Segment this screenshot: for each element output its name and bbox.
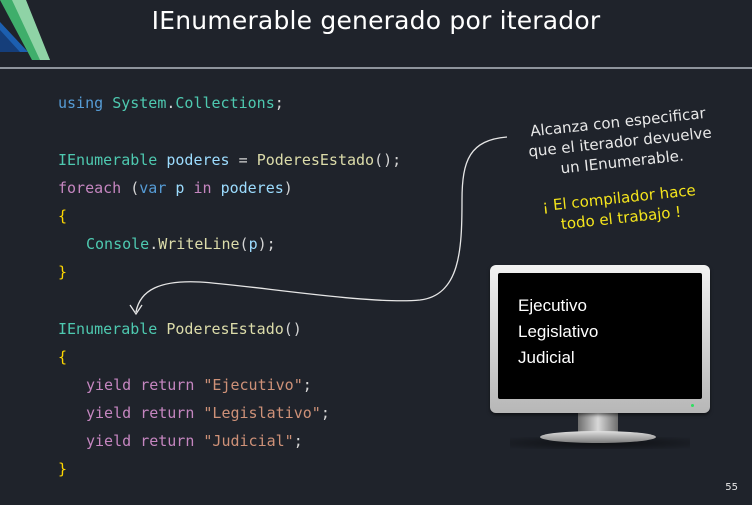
keyword-foreach: foreach [58,179,122,197]
code-paren-close: ) [283,179,293,197]
code-semicolon: ; [320,404,330,422]
variable-poderes: poderes [166,151,230,169]
code-line-11: yield return "Judicial"; [86,431,303,451]
keyword-var: var [139,179,167,197]
monitor-base [540,431,656,443]
code-parens: () [283,320,302,338]
variable-p: p [175,179,185,197]
page-number: 55 [725,482,738,493]
annotation-highlight: ¡ El compilador hace todo el trabajo ! [518,178,721,239]
string-ejecutivo: "Ejecutivo" [203,376,303,394]
namespace-collections: Collections [175,94,275,112]
code-line-9: yield return "Ejecutivo"; [86,375,312,395]
method-writeline: WriteLine [158,235,240,253]
monitor-frame: Ejecutivo Legislativo Judicial [490,265,710,413]
variable-p: p [248,235,258,253]
code-semicolon: ; [274,94,284,112]
code-paren-open: ( [121,179,140,197]
code-line-5: Console.WriteLine(p); [86,234,276,254]
code-line-12: } [58,460,68,478]
output-line-3: Judicial [518,348,575,367]
slide-title: IEnumerable generado por iterador [151,6,601,35]
type-ienumerable: IEnumerable [58,151,158,169]
call-poderesestado: PoderesEstado [256,151,375,169]
code-semicolon: ; [293,432,303,450]
string-judicial: "Judicial" [203,432,294,450]
code-paren-open: ( [239,235,249,253]
code-call-end: (); [374,151,402,169]
monitor-screen: Ejecutivo Legislativo Judicial [498,273,702,399]
variable-poderes: poderes [220,179,284,197]
code-paren-close: ); [257,235,276,253]
code-assign: = [229,151,257,169]
code-line-7: IEnumerable PoderesEstado() [58,319,302,339]
code-semicolon: ; [302,376,312,394]
keyword-return: return [140,404,195,422]
power-led-icon [691,404,694,407]
method-poderesestado: PoderesEstado [166,320,284,338]
code-line-2: IEnumerable poderes = PoderesEstado(); [58,150,401,170]
output-line-1: Ejecutivo [518,296,587,315]
type-ienumerable: IEnumerable [58,320,158,338]
code-line-8: { [58,348,68,366]
keyword-yield: yield [86,432,132,450]
keyword-yield: yield [86,404,132,422]
namespace-system: System [112,94,167,112]
code-dot: . [149,235,159,253]
slide: IEnumerable generado por iterador using … [0,0,752,505]
keyword-using: using [58,94,104,112]
keyword-in: in [193,179,212,197]
keyword-return: return [140,376,195,394]
title-divider [0,67,752,69]
output-line-2: Legislativo [518,322,599,341]
keyword-return: return [140,432,195,450]
code-line-10: yield return "Legislativo"; [86,403,330,423]
string-legislativo: "Legislativo" [203,404,321,422]
code-line-6: } [58,263,68,281]
annotation-note: Alcanza con especificar que el iterador … [502,100,737,184]
code-line-3: foreach (var p in poderes) [58,178,293,198]
code-line-4: { [58,207,68,225]
code-line-1: using System.Collections; [58,93,284,113]
console-output: Ejecutivo Legislativo Judicial [518,293,598,371]
monitor-illustration: Ejecutivo Legislativo Judicial [490,265,710,450]
keyword-yield: yield [86,376,132,394]
class-console: Console [86,235,150,253]
